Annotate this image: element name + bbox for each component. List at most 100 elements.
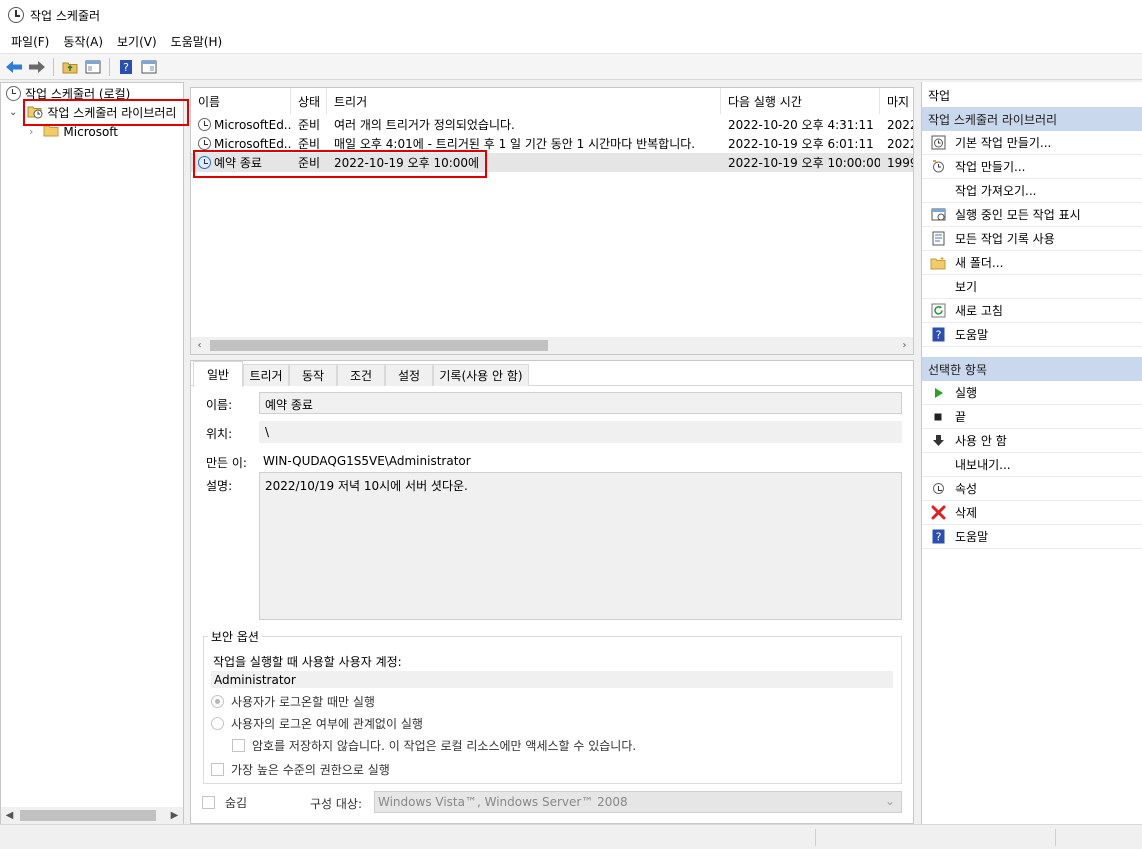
- menu-file[interactable]: 파일(F): [4, 31, 56, 52]
- svg-text:?: ?: [123, 61, 129, 74]
- column-header-name[interactable]: 이름: [191, 88, 291, 114]
- chevron-right-icon[interactable]: ›: [29, 125, 33, 138]
- help-button[interactable]: ?: [116, 57, 136, 77]
- task-list-horizontal-scrollbar[interactable]: ‹ ›: [191, 337, 913, 354]
- option-run-whether-logged-on[interactable]: 사용자의 로그온 여부에 관계없이 실행: [211, 715, 423, 732]
- action-create-task[interactable]: 작업 만들기...: [922, 155, 1142, 179]
- author-value: WIN-QUDAQG1S5VE\Administrator: [263, 454, 471, 468]
- tab-general[interactable]: 일반: [193, 361, 243, 387]
- highlight-box-library: [23, 99, 189, 126]
- action-disable[interactable]: 사용 안 함: [922, 429, 1142, 453]
- chevron-down-icon: ⌄: [884, 794, 895, 808]
- action-properties[interactable]: 속성: [922, 477, 1142, 501]
- action-help-library[interactable]: ? 도움말: [922, 323, 1142, 347]
- status-divider: [815, 829, 816, 846]
- author-label: 만든 이:: [206, 456, 247, 470]
- up-folder-button[interactable]: [60, 57, 80, 77]
- task-clock-icon: [198, 137, 211, 150]
- highlight-box-selected-task: [193, 150, 487, 178]
- table-row[interactable]: MicrosoftEd... 준비 여러 개의 트리거가 정의되었습니다. 20…: [191, 115, 913, 134]
- radio-button[interactable]: [211, 695, 224, 708]
- tab-history[interactable]: 기록(사용 안 함): [433, 364, 529, 386]
- show-hide-console-tree-button[interactable]: [83, 57, 103, 77]
- toolbar: ?: [0, 54, 1142, 80]
- column-header-next-run[interactable]: 다음 실행 시간: [721, 88, 880, 114]
- tab-actions[interactable]: 동작: [289, 364, 337, 386]
- tab-settings[interactable]: 설정: [385, 364, 433, 386]
- task-clock-icon: [198, 118, 211, 131]
- folder-up-icon: [62, 62, 78, 73]
- checkbox[interactable]: [211, 763, 224, 776]
- name-label: 이름:: [206, 398, 233, 412]
- radio-button[interactable]: [211, 717, 224, 730]
- action-refresh[interactable]: 새로 고침: [922, 299, 1142, 323]
- checkbox[interactable]: [202, 796, 215, 809]
- column-header-last-run[interactable]: 마지: [880, 88, 913, 114]
- status-divider: [1055, 829, 1056, 846]
- checkbox[interactable]: [232, 739, 245, 752]
- create-task-clock-icon: [930, 159, 946, 175]
- option-run-when-logged-on[interactable]: 사용자가 로그온할 때만 실행: [211, 693, 375, 710]
- action-export[interactable]: 내보내기...: [922, 453, 1142, 477]
- menu-bar: 파일(F) 동작(A) 보기(V) 도움말(H): [0, 30, 1142, 54]
- option-do-not-store-password[interactable]: 암호를 저장하지 않습니다. 이 작업은 로컬 리소스에만 액세스할 수 있습니…: [232, 737, 636, 754]
- console-tree-icon: [85, 60, 101, 73]
- status-bar: [0, 824, 1142, 849]
- menu-action[interactable]: 동작(A): [56, 31, 110, 52]
- column-header-status[interactable]: 상태: [291, 88, 327, 114]
- chevron-down-icon[interactable]: ⌄: [9, 107, 17, 118]
- action-pane-icon: [141, 60, 157, 73]
- show-hide-action-pane-button[interactable]: [139, 57, 159, 77]
- scroll-left-arrow-icon[interactable]: ◀: [1, 807, 18, 824]
- back-button[interactable]: [4, 57, 24, 77]
- properties-clock-icon: [930, 481, 946, 497]
- title-bar: 작업 스케줄러: [0, 0, 1142, 30]
- action-create-basic-task[interactable]: 기본 작업 만들기...: [922, 131, 1142, 155]
- menu-help[interactable]: 도움말(H): [164, 31, 230, 52]
- tree-horizontal-scrollbar[interactable]: ◀ ▶: [1, 807, 183, 824]
- actions-section-selected-title[interactable]: 선택한 항목: [922, 357, 1142, 381]
- task-detail-pane: 일반 트리거 동작 조건 설정 기록(사용 안 함) 이름: 예약 종료 위치:…: [190, 360, 914, 824]
- task-scheduler-icon: [6, 86, 21, 101]
- back-arrow-icon: [6, 60, 22, 73]
- scroll-right-arrow-icon[interactable]: ›: [896, 337, 913, 354]
- running-tasks-icon: [930, 207, 946, 223]
- hidden-checkbox-option[interactable]: 숨김: [202, 794, 247, 811]
- option-highest-privileges[interactable]: 가장 높은 수준의 권한으로 실행: [211, 761, 390, 778]
- action-delete[interactable]: 삭제: [922, 501, 1142, 525]
- tab-triggers[interactable]: 트리거: [243, 364, 289, 386]
- forward-button[interactable]: [27, 57, 47, 77]
- detail-tabs: 일반 트리거 동작 조건 설정 기록(사용 안 함): [191, 361, 913, 387]
- scroll-left-arrow-icon[interactable]: ‹: [191, 337, 208, 354]
- toolbar-separator: [53, 57, 54, 76]
- description-field[interactable]: 2022/10/19 저녁 10시에 서버 셧다운.: [259, 472, 902, 620]
- column-header-trigger[interactable]: 트리거: [327, 88, 721, 114]
- action-run[interactable]: 실행: [922, 381, 1142, 405]
- action-help-selected[interactable]: ? 도움말: [922, 525, 1142, 549]
- scroll-thumb[interactable]: [20, 810, 156, 821]
- tab-conditions[interactable]: 조건: [337, 364, 385, 386]
- action-enable-all-history[interactable]: 모든 작업 기록 사용: [922, 227, 1142, 251]
- location-field[interactable]: \: [259, 421, 902, 443]
- run-play-icon: [930, 385, 946, 401]
- basic-task-wizard-icon: [930, 135, 946, 151]
- security-options-title: 보안 옵션: [208, 628, 262, 645]
- actions-section-library-title[interactable]: 작업 스케줄러 라이브러리: [922, 107, 1142, 131]
- disable-down-arrow-icon: [930, 433, 946, 449]
- action-end[interactable]: 끝: [922, 405, 1142, 429]
- forward-arrow-icon: [29, 60, 45, 73]
- scroll-thumb[interactable]: [210, 340, 548, 351]
- location-label: 위치:: [206, 427, 233, 441]
- account-prompt: 작업을 실행할 때 사용할 사용자 계정:: [213, 655, 402, 669]
- task-scheduler-icon: [8, 7, 24, 23]
- action-display-running-tasks[interactable]: 실행 중인 모든 작업 표시: [922, 203, 1142, 227]
- delete-x-icon: [930, 505, 946, 521]
- menu-view[interactable]: 보기(V): [110, 31, 164, 52]
- action-view[interactable]: 보기: [922, 275, 1142, 299]
- help-icon: ?: [930, 529, 946, 545]
- name-field[interactable]: 예약 종료: [259, 392, 902, 414]
- action-import-task[interactable]: 작업 가져오기...: [922, 179, 1142, 203]
- scroll-right-arrow-icon[interactable]: ▶: [166, 807, 183, 824]
- configure-for-dropdown[interactable]: Windows Vista™, Windows Server™ 2008 ⌄: [374, 791, 902, 813]
- action-new-folder[interactable]: 새 폴더...: [922, 251, 1142, 275]
